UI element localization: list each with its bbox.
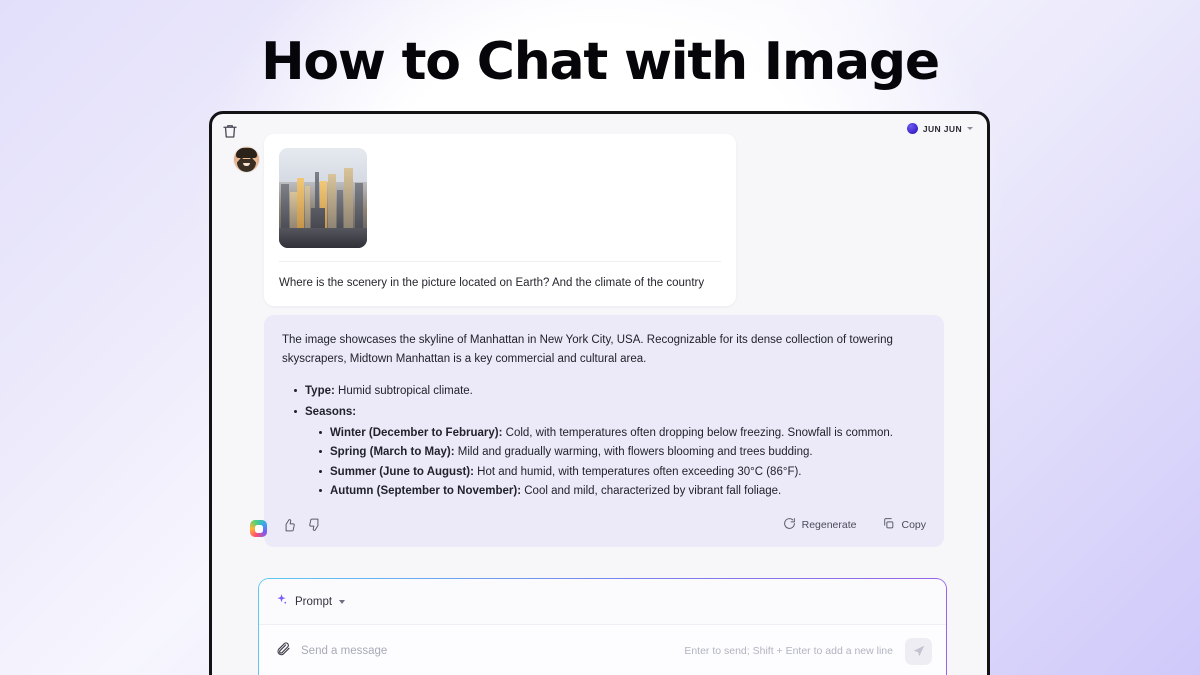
refresh-icon [783, 517, 796, 533]
assistant-message: The image showcases the skyline of Manha… [250, 315, 944, 547]
left-rail [212, 114, 259, 675]
response-tools: Regenerate Copy [783, 517, 926, 533]
list-item-text: Humid subtropical climate. [334, 385, 473, 398]
user-message: Where is the scenery in the picture loca… [264, 134, 736, 307]
page-title: How to Chat with Image [261, 32, 940, 92]
user-message-text: Where is the scenery in the picture loca… [279, 261, 721, 306]
list-item: Winter (December to February): Cold, wit… [317, 424, 926, 443]
list-item: Spring (March to May): Mild and graduall… [317, 443, 926, 462]
prompt-label: Prompt [295, 595, 333, 608]
copy-button[interactable]: Copy [882, 517, 926, 533]
assistant-climate-list: Type: Humid subtropical climate. Seasons… [292, 382, 926, 501]
list-item-label: Spring (March to May): [330, 446, 455, 459]
list-item-label: Summer (June to August): [330, 465, 474, 478]
chevron-down-icon [339, 599, 346, 604]
prompt-selector[interactable]: Prompt [259, 579, 946, 625]
trash-icon[interactable] [221, 122, 239, 140]
sparkle-icon [275, 593, 288, 611]
attached-image[interactable] [279, 148, 367, 248]
chevron-down-icon [967, 127, 973, 130]
list-item-label: Type: [305, 385, 335, 398]
paperclip-icon[interactable] [275, 641, 291, 662]
composer-input-row: Enter to send; Shift + Enter to add a ne… [259, 625, 946, 675]
assistant-intro-text: The image showcases the skyline of Manha… [282, 334, 893, 365]
list-item: Summer (June to August): Hot and humid, … [317, 463, 926, 482]
assistant-logo-icon [250, 520, 267, 537]
avatar-hair [236, 148, 257, 158]
composer-hint: Enter to send; Shift + Enter to add a ne… [684, 645, 893, 657]
message-composer: Prompt Enter to send; Shift + Enter to a… [258, 578, 947, 675]
send-button[interactable] [905, 637, 932, 665]
assistant-seasons-list: Winter (December to February): Cold, wit… [317, 424, 926, 502]
list-item-text: Mild and gradually warming, with flowers… [454, 446, 813, 459]
list-item: Seasons: Winter (December to February): … [292, 403, 926, 501]
image-building [280, 184, 289, 230]
image-building [304, 186, 310, 230]
list-item-label: Seasons: [305, 405, 357, 418]
chat-app-window: JUN JUN Where is the scenery in the pict… [209, 111, 990, 675]
list-item: Autumn (September to November): Cool and… [317, 482, 926, 501]
image-building [328, 174, 337, 230]
regenerate-label: Regenerate [801, 519, 857, 531]
image-building [344, 168, 353, 230]
avatar [234, 147, 259, 172]
thumbs-up-icon[interactable] [282, 518, 296, 532]
search-input[interactable] [301, 645, 685, 657]
image-building [337, 190, 344, 230]
thumbs-down-icon[interactable] [308, 518, 322, 532]
regenerate-button[interactable]: Regenerate [783, 517, 857, 533]
copy-icon [882, 517, 895, 533]
list-item-label: Autumn (September to November): [330, 485, 522, 498]
assistant-action-bar: Regenerate Copy [282, 517, 926, 537]
page-root: How to Chat with Image JUN JUN Where is … [0, 0, 1200, 675]
copy-label: Copy [901, 519, 926, 531]
list-item: Type: Humid subtropical climate. [292, 382, 926, 401]
list-item-text: Hot and humid, with temperatures often e… [473, 465, 802, 478]
image-building [354, 183, 364, 230]
list-item-label: Winter (December to February): [330, 426, 503, 439]
image-building [297, 178, 304, 230]
image-building [289, 192, 297, 230]
image-sky [279, 148, 367, 182]
list-item-text: Cool and mild, characterized by vibrant … [521, 485, 782, 498]
image-foreground [279, 228, 367, 248]
list-item-text: Cold, with temperatures often dropping b… [502, 426, 893, 439]
feedback-buttons [282, 518, 322, 532]
